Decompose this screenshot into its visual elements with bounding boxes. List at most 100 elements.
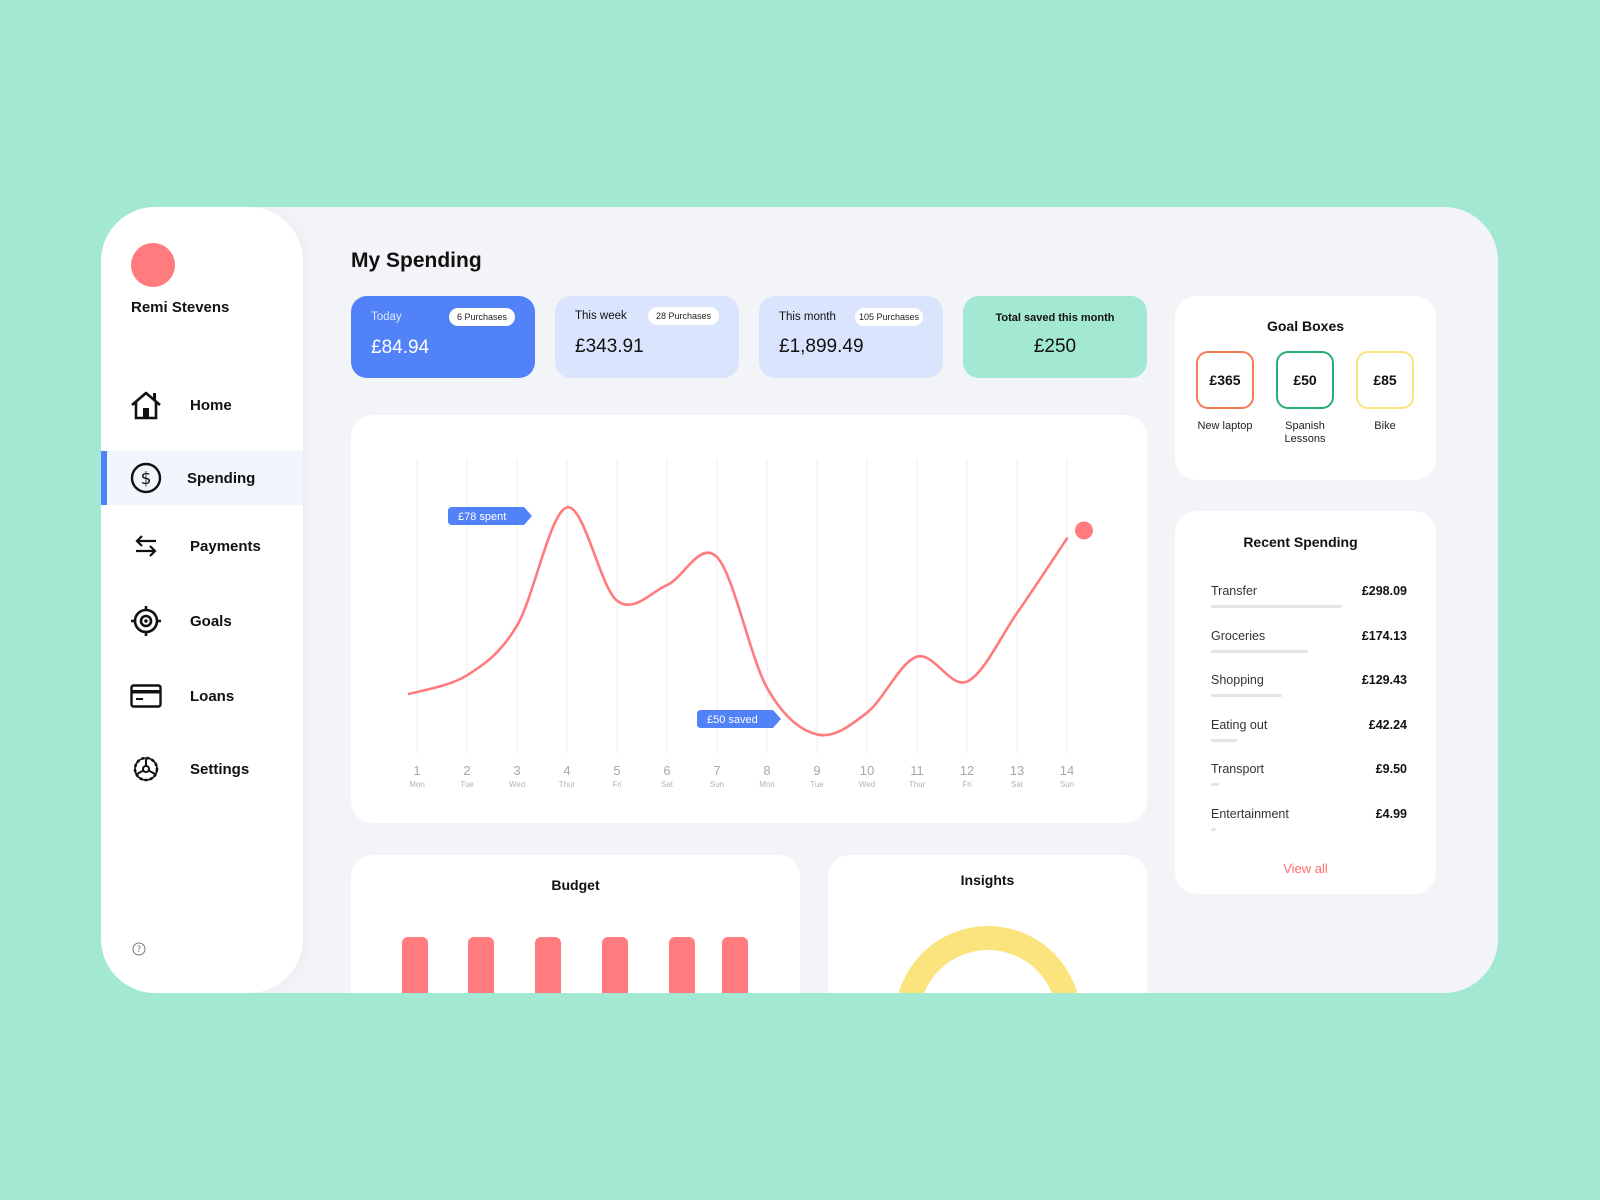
x-tick-sublabel: Fri [612, 780, 622, 789]
view-all-link[interactable]: View all [1175, 861, 1436, 876]
end-point-marker [1075, 521, 1093, 540]
x-tick-sublabel: Wed [859, 780, 875, 789]
x-tick-label: 6 [663, 763, 670, 778]
category-share-bar [1211, 605, 1342, 608]
category-share-bar [1211, 694, 1282, 698]
recent-spending-card: Recent Spending Transfer £298.09 Groceries… [1175, 511, 1436, 894]
home-icon [129, 388, 163, 422]
x-tick-label: 11 [910, 763, 924, 778]
category-share-bar [1211, 783, 1219, 787]
transfer-arrows-icon [129, 529, 163, 563]
purchases-badge: 105 Purchases [854, 308, 923, 326]
stat-label: Today [371, 311, 402, 323]
category-name: Transfer [1211, 584, 1258, 598]
stat-value: £343.91 [575, 336, 644, 357]
budget-bar[interactable] [535, 937, 561, 993]
budget-bar[interactable] [722, 937, 748, 993]
sidebar-item-label: Home [190, 396, 232, 414]
category-name: Entertainment [1211, 807, 1289, 821]
stat-label: This week [575, 310, 627, 322]
x-tick-label: 14 [1060, 763, 1074, 778]
recent-spending-row[interactable]: Groceries £174.13 [1211, 629, 1407, 669]
stat-label: Total saved this month [995, 312, 1115, 324]
sidebar-item-goals[interactable]: Goals [101, 594, 303, 648]
budget-bar[interactable] [669, 937, 695, 993]
recent-spending-row[interactable]: Shopping £129.43 [1211, 673, 1407, 713]
stat-card-saved[interactable]: Total saved this month £250 [963, 296, 1147, 378]
x-tick-sublabel: Sat [661, 780, 674, 789]
x-tick-label: 5 [613, 763, 620, 778]
budget-bar[interactable] [402, 937, 428, 993]
x-tick-sublabel: Tue [810, 780, 824, 789]
stat-card-month[interactable]: This month 105 Purchases £1,899.49 [759, 296, 943, 378]
category-name: Transport [1211, 762, 1265, 777]
x-tick-sublabel: Sat [1011, 780, 1024, 789]
goal-label: Bike [1374, 420, 1396, 432]
sidebar-item-home[interactable]: Home [101, 378, 303, 432]
credit-card-icon [129, 679, 163, 713]
user-name: Remi Stevens [131, 299, 230, 316]
x-tick-sublabel: Sun [1060, 780, 1074, 789]
spending-chart-card: 1 Mon 2 Tue 3 Wed 4 Thur 5 Fri 6 Sat 7 Sun 8 Mon 9 Tue 10 W… [351, 415, 1147, 823]
x-tick-label: 12 [960, 763, 974, 778]
x-tick-sublabel: Thur [559, 780, 576, 789]
purchases-badge: 28 Purchases [647, 307, 719, 325]
sidebar-item-label: Payments [190, 537, 261, 555]
stat-card-today[interactable]: Today 6 Purchases £84.94 [351, 296, 535, 378]
x-tick-label: 13 [1010, 763, 1024, 778]
goal-box-spanish-lessons[interactable]: £50 [1276, 351, 1334, 409]
budget-bar[interactable] [602, 937, 628, 993]
x-tick-label: 9 [813, 763, 820, 778]
recent-spending-row[interactable]: Transfer £298.09 [1211, 584, 1407, 624]
sidebar-item-spending[interactable]: $ Spending [101, 451, 303, 505]
x-tick-label: 1 [413, 763, 420, 778]
avatar[interactable] [131, 243, 175, 287]
recent-spending-row[interactable]: Transport £9.50 [1211, 762, 1407, 802]
gear-icon [129, 752, 163, 786]
category-name: Eating out [1211, 717, 1268, 732]
category-amount: £129.43 [1361, 673, 1407, 688]
recent-spending-row[interactable]: Eating out £42.24 [1211, 718, 1407, 758]
x-tick-sublabel: Thur [909, 780, 926, 789]
sidebar-item-loans[interactable]: Loans [101, 669, 303, 723]
sidebar-item-settings[interactable]: Settings [101, 742, 303, 796]
stat-card-week[interactable]: This week 28 Purchases £343.91 [555, 296, 739, 378]
category-amount: £42.24 [1368, 717, 1407, 732]
x-tick-sublabel: Mon [409, 780, 425, 789]
x-tick-sublabel: Sun [710, 780, 724, 789]
sidebar-item-payments[interactable]: Payments [101, 519, 303, 573]
chart-annotation-label: £50 saved [707, 714, 758, 726]
category-amount: £174.13 [1361, 628, 1407, 643]
purchases-badge: 6 Purchases [448, 308, 515, 326]
x-tick-label: 4 [563, 763, 570, 778]
category-amount: £4.99 [1375, 807, 1407, 821]
budget-card: Budget [351, 855, 800, 993]
x-tick-label: 2 [463, 763, 470, 778]
recent-spending-row[interactable]: Entertainment £4.99 [1211, 807, 1407, 847]
category-share-bar [1211, 649, 1308, 653]
stat-value: £250 [1033, 336, 1077, 357]
x-tick-sublabel: Mon [759, 780, 775, 789]
stat-value: £1,899.49 [779, 336, 864, 357]
goal-box-bike[interactable]: £85 [1356, 351, 1414, 409]
x-tick-label: 3 [513, 763, 520, 778]
goal-label: Spanish Lessons [1284, 420, 1326, 445]
sidebar-item-label: Settings [190, 760, 250, 778]
sidebar: Remi Stevens Home $ Spending Payments Go… [101, 207, 303, 993]
category-name: Shopping [1211, 673, 1264, 688]
goal-label: New laptop [1197, 420, 1253, 432]
app-window: Remi Stevens Home $ Spending Payments Go… [101, 207, 1498, 993]
category-share-bar [1211, 828, 1216, 831]
chart-annotation-label: £78 spent [458, 511, 506, 523]
target-icon [129, 604, 163, 638]
x-tick-sublabel: Fri [962, 780, 972, 789]
svg-text:?: ? [137, 945, 142, 955]
category-share-bar [1211, 738, 1238, 742]
category-name: Groceries [1211, 628, 1266, 643]
goal-box-new-laptop[interactable]: £365 [1196, 351, 1254, 409]
dollar-circle-icon: $ [129, 461, 163, 495]
goal-boxes-title: Goal Boxes [1266, 318, 1345, 334]
budget-bar[interactable] [468, 937, 494, 993]
category-amount: £9.50 [1375, 762, 1407, 777]
help-circle-icon[interactable]: ? [132, 942, 146, 956]
